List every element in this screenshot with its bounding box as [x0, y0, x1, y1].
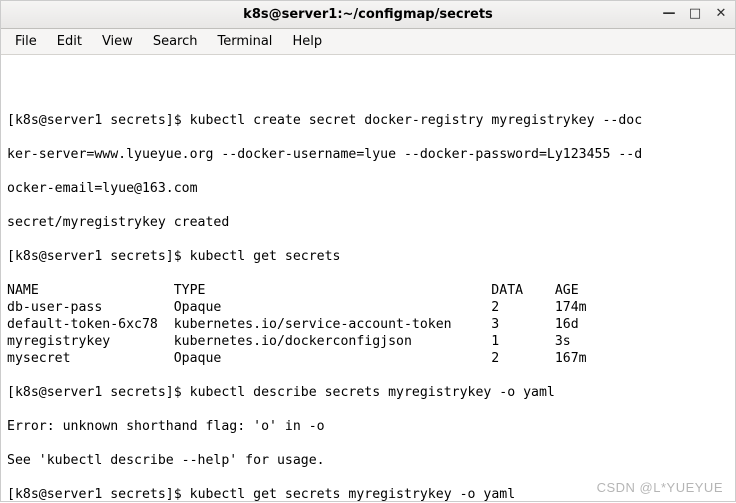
window-controls: — □ ✕: [661, 5, 729, 21]
menu-edit[interactable]: Edit: [49, 31, 90, 52]
command-text: kubectl get secrets myregistrykey -o yam…: [190, 487, 516, 502]
close-button[interactable]: ✕: [713, 5, 729, 21]
table-row: myregistrykey kubernetes.io/dockerconfig…: [7, 333, 729, 350]
terminal-line: ker-server=www.lyueyue.org --docker-user…: [7, 146, 729, 163]
table-row: default-token-6xc78 kubernetes.io/servic…: [7, 316, 729, 333]
menu-file[interactable]: File: [7, 31, 45, 52]
terminal-line: [k8s@server1 secrets]$ kubectl describe …: [7, 384, 729, 401]
window-titlebar: k8s@server1:~/configmap/secrets — □ ✕: [1, 1, 735, 29]
secrets-table: NAME TYPE DATA AGEdb-user-pass Opaque 2 …: [7, 282, 729, 367]
terminal-area[interactable]: [k8s@server1 secrets]$ kubectl create se…: [1, 55, 735, 503]
prompt: [k8s@server1 secrets]$: [7, 487, 190, 502]
terminal-line: ocker-email=lyue@163.com: [7, 180, 729, 197]
terminal-line: [7, 78, 729, 95]
menu-bar: File Edit View Search Terminal Help: [1, 29, 735, 55]
menu-search[interactable]: Search: [145, 31, 206, 52]
window-title: k8s@server1:~/configmap/secrets: [1, 7, 735, 22]
maximize-button[interactable]: □: [687, 5, 703, 21]
minimize-button[interactable]: —: [661, 5, 677, 21]
terminal-line: See 'kubectl describe --help' for usage.: [7, 452, 729, 469]
terminal-line: secret/myregistrykey created: [7, 214, 729, 231]
table-row: db-user-pass Opaque 2 174m: [7, 299, 729, 316]
command-text: kubectl describe secrets myregistrykey -…: [190, 385, 555, 400]
menu-terminal[interactable]: Terminal: [209, 31, 280, 52]
command-text: kubectl create secret docker-registry my…: [190, 113, 643, 128]
prompt: [k8s@server1 secrets]$: [7, 113, 190, 128]
prompt: [k8s@server1 secrets]$: [7, 249, 190, 264]
terminal-line: Error: unknown shorthand flag: 'o' in -o: [7, 418, 729, 435]
menu-help[interactable]: Help: [284, 31, 330, 52]
command-text: kubectl get secrets: [190, 249, 341, 264]
terminal-line: [k8s@server1 secrets]$ kubectl get secre…: [7, 486, 729, 503]
menu-view[interactable]: View: [94, 31, 141, 52]
table-header-row: NAME TYPE DATA AGE: [7, 282, 729, 299]
terminal-line: [k8s@server1 secrets]$ kubectl get secre…: [7, 248, 729, 265]
table-row: mysecret Opaque 2 167m: [7, 350, 729, 367]
prompt: [k8s@server1 secrets]$: [7, 385, 190, 400]
terminal-line: [k8s@server1 secrets]$ kubectl create se…: [7, 112, 729, 129]
